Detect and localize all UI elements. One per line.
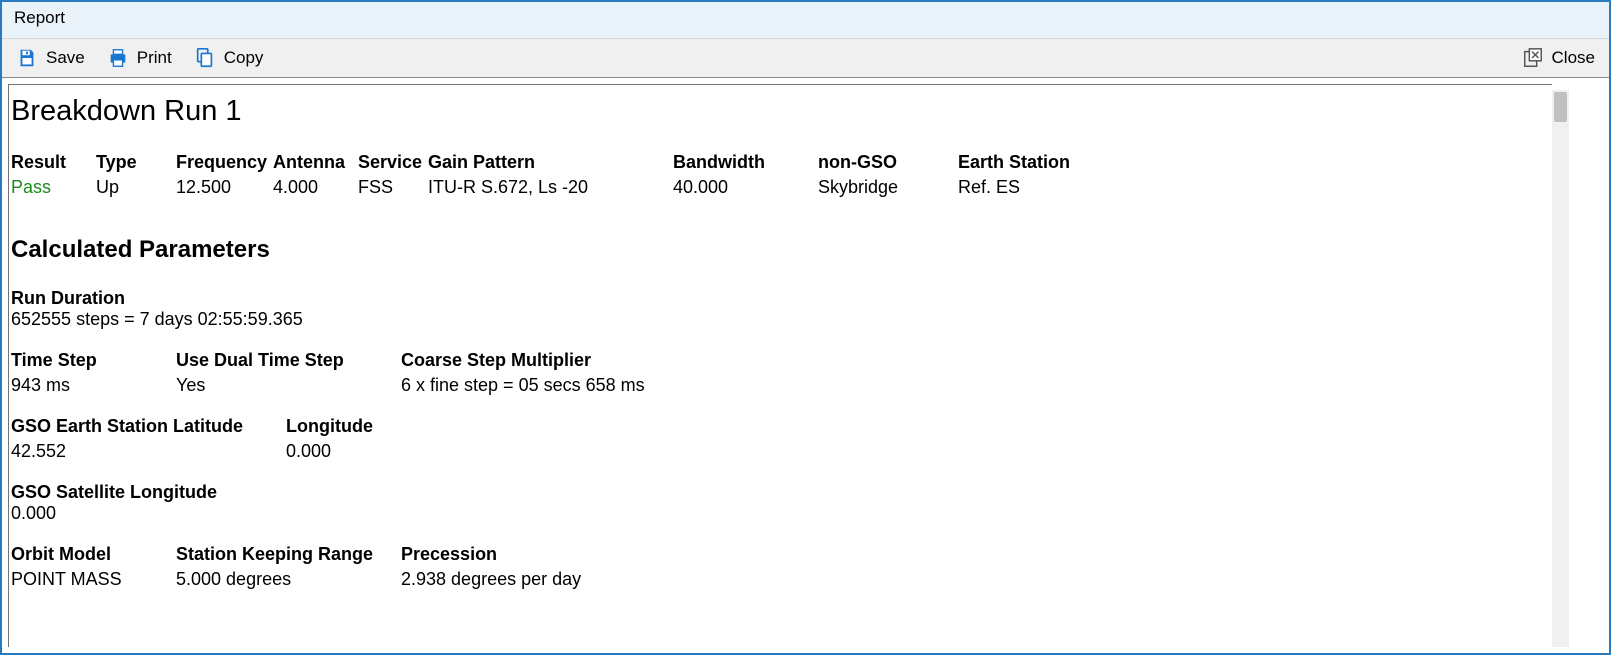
label-orbit-model: Orbit Model [11, 544, 176, 565]
close-button[interactable]: Close [1518, 45, 1599, 71]
value-time-step: 943 ms [11, 375, 176, 396]
label-run-duration: Run Duration [11, 288, 1548, 309]
col-nongso: non-GSO [818, 152, 958, 173]
page-title: Breakdown Run 1 [11, 95, 1548, 128]
label-time-step: Time Step [11, 350, 176, 371]
value-orbit-model: POINT MASS [11, 569, 176, 590]
scrollbar-thumb[interactable] [1554, 92, 1567, 122]
summary-header-row: Result Type Frequency Antenna Service Ga… [11, 152, 1548, 173]
block-sat-lon: GSO Satellite Longitude 0.000 [11, 482, 1548, 524]
close-icon [1522, 47, 1544, 69]
value-use-dual: Yes [176, 375, 401, 396]
scrollbar-vertical[interactable] [1552, 90, 1569, 647]
report-viewport: Breakdown Run 1 Result Type Frequency An… [8, 84, 1552, 647]
window-title: Report [14, 8, 65, 27]
value-coarse: 6 x fine step = 05 secs 658 ms [401, 375, 701, 396]
val-frequency: 12.500 [176, 177, 273, 198]
col-antenna: Antenna [273, 152, 358, 173]
block-es-location: GSO Earth Station Latitude Longitude 42.… [11, 416, 1548, 462]
block-run-duration: Run Duration 652555 steps = 7 days 02:55… [11, 288, 1548, 330]
summary-value-row: Pass Up 12.500 4.000 FSS ITU-R S.672, Ls… [11, 177, 1548, 198]
val-service: FSS [358, 177, 428, 198]
value-sat-lon: 0.000 [11, 503, 1548, 524]
val-antenna: 4.000 [273, 177, 358, 198]
val-bandwidth: 40.000 [673, 177, 818, 198]
val-nongso: Skybridge [818, 177, 958, 198]
label-sat-lon: GSO Satellite Longitude [11, 482, 1548, 503]
col-bandwidth: Bandwidth [673, 152, 818, 173]
value-sk-range: 5.000 degrees [176, 569, 401, 590]
val-earthstation: Ref. ES [958, 177, 1118, 198]
label-precession: Precession [401, 544, 601, 565]
value-es-lon: 0.000 [286, 441, 436, 462]
save-icon [16, 47, 38, 69]
print-button[interactable]: Print [103, 45, 176, 71]
report-content: Breakdown Run 1 Result Type Frequency An… [9, 85, 1552, 614]
label-es-lon: Longitude [286, 416, 436, 437]
block-time-step: Time Step Use Dual Time Step Coarse Step… [11, 350, 1548, 396]
close-label: Close [1552, 48, 1595, 68]
value-precession: 2.938 degrees per day [401, 569, 621, 590]
copy-button[interactable]: Copy [190, 45, 268, 71]
report-window: Report Save Print Copy Close [0, 0, 1611, 655]
value-run-duration: 652555 steps = 7 days 02:55:59.365 [11, 309, 1548, 330]
col-service: Service [358, 152, 428, 173]
save-label: Save [46, 48, 85, 68]
section-calculated-params: Calculated Parameters [11, 236, 1548, 264]
block-orbit: Orbit Model Station Keeping Range Preces… [11, 544, 1548, 590]
copy-label: Copy [224, 48, 264, 68]
val-result: Pass [11, 177, 96, 198]
col-frequency: Frequency [176, 152, 273, 173]
toolbar: Save Print Copy Close [2, 38, 1609, 78]
col-type: Type [96, 152, 176, 173]
label-sk-range: Station Keeping Range [176, 544, 401, 565]
val-type: Up [96, 177, 176, 198]
val-gain-pattern: ITU-R S.672, Ls -20 [428, 177, 673, 198]
col-gain-pattern: Gain Pattern [428, 152, 673, 173]
value-es-lat: 42.552 [11, 441, 286, 462]
copy-icon [194, 47, 216, 69]
col-earthstation: Earth Station [958, 152, 1118, 173]
label-coarse: Coarse Step Multiplier [401, 350, 661, 371]
label-es-lat: GSO Earth Station Latitude [11, 416, 286, 437]
print-icon [107, 47, 129, 69]
print-label: Print [137, 48, 172, 68]
titlebar: Report [2, 2, 1609, 38]
save-button[interactable]: Save [12, 45, 89, 71]
label-use-dual: Use Dual Time Step [176, 350, 401, 371]
col-result: Result [11, 152, 96, 173]
